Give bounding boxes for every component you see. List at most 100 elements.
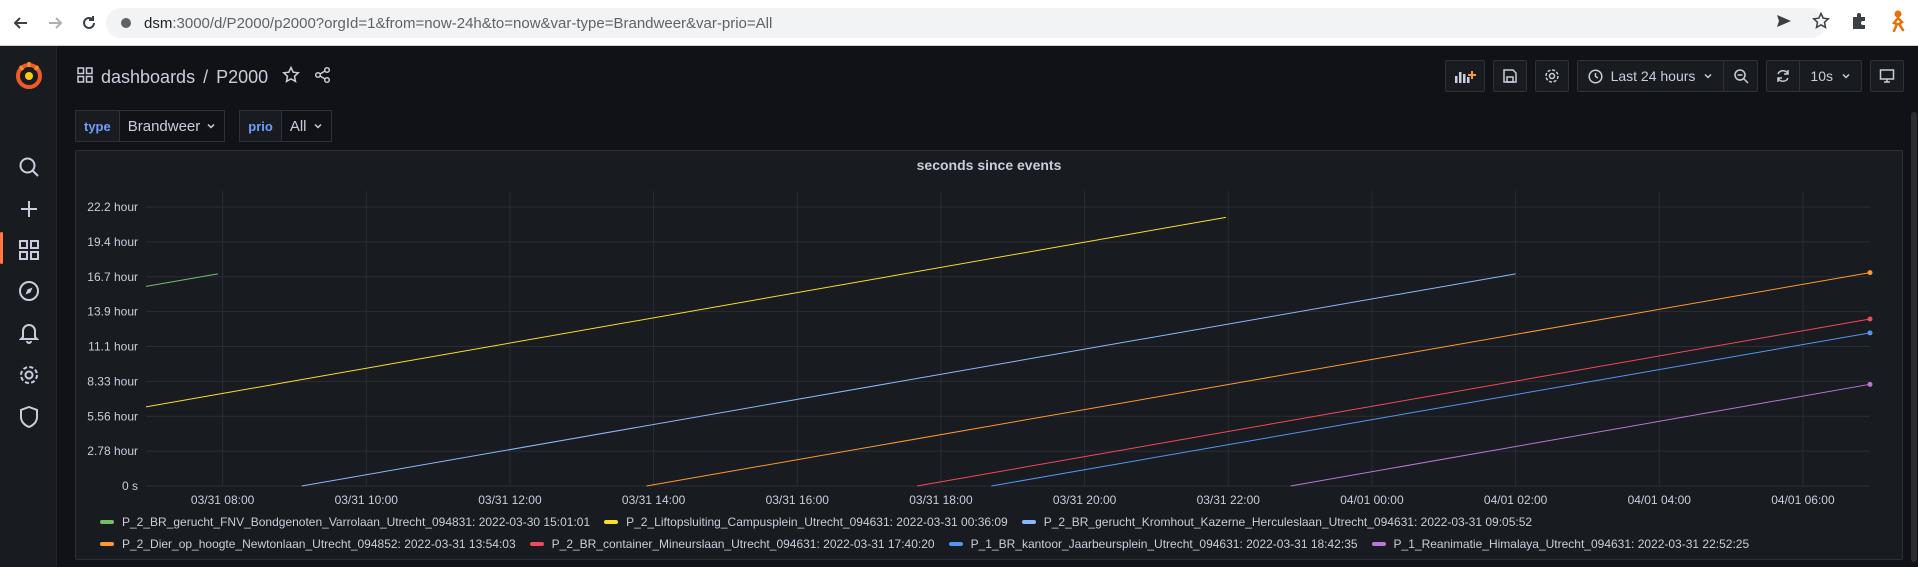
legend-item[interactable]: P_2_BR_gerucht_Kromhout_Kazerne_Hercules… [1021, 515, 1533, 529]
legend-label: P_2_BR_gerucht_FNV_Bondgenoten_Varrolaan… [122, 515, 591, 529]
legend-item[interactable]: P_2_BR_container_Mineurslaan_Utrecht_094… [529, 537, 935, 551]
add-panel-icon [1454, 71, 1476, 83]
y-tick-label: 16.7 hour [87, 270, 138, 284]
legend-label: P_2_Dier_op_hoogte_Newtonlaan_Utrecht_09… [122, 537, 516, 551]
profile-avatar-icon[interactable] [1888, 10, 1908, 37]
star-icon[interactable] [282, 65, 301, 89]
x-tick-label: 04/01 06:00 [1771, 493, 1835, 507]
chart-plot-area[interactable]: 0 s 2.78 hour 5.56 hour 8.33 hour 11.1 hour 1… [76, 151, 1904, 511]
refresh-interval-picker[interactable]: 10s [1800, 60, 1862, 92]
x-tick-label: 03/31 10:00 [335, 493, 399, 507]
explore-icon[interactable] [16, 278, 42, 304]
back-button[interactable] [8, 10, 34, 36]
series-line-5[interactable] [916, 318, 1871, 487]
variable-type-value: Brandweer [127, 117, 201, 135]
page-title[interactable]: P2000 [216, 67, 268, 88]
monitor-icon [1879, 69, 1895, 83]
forward-button[interactable] [42, 10, 68, 36]
legend-label: P_2_BR_gerucht_Kromhout_Kazerne_Hercules… [1043, 515, 1533, 529]
variable-prio-value: All [289, 117, 307, 135]
add-panel-button[interactable] [1444, 60, 1485, 92]
legend-item[interactable]: P_2_BR_gerucht_FNV_Bondgenoten_Varrolaan… [100, 515, 590, 529]
legend-swatch [604, 520, 619, 524]
back-arrow-icon [13, 16, 27, 29]
variable-type-select[interactable]: Brandweer [119, 110, 226, 142]
variable-type: type Brandweer [75, 110, 226, 142]
series-line-1[interactable] [145, 273, 218, 287]
legend-swatch [1371, 542, 1386, 546]
alerting-bell-icon[interactable] [16, 320, 42, 346]
time-range-picker[interactable]: Last 24 hours [1576, 60, 1725, 92]
x-tick-label: 03/31 08:00 [191, 493, 255, 507]
gear-icon[interactable] [16, 362, 42, 388]
dashboard-settings-button[interactable] [1534, 60, 1569, 92]
breadcrumb-root-link[interactable]: dashboards [101, 67, 195, 88]
series-endpoint-6[interactable] [1867, 330, 1873, 336]
dashboard-toolbar: Last 24 hours 10s [1444, 60, 1904, 92]
variable-type-label: type [75, 110, 120, 142]
series-endpoint-4[interactable] [1867, 270, 1873, 276]
series-endpoint-7[interactable] [1867, 381, 1873, 387]
legend-label: P_2_Liftopsluiting_Campusplein_Utrecht_0… [626, 515, 1008, 529]
refresh-button[interactable] [1766, 60, 1801, 92]
legend-label: P_2_BR_container_Mineurslaan_Utrecht_094… [551, 537, 935, 551]
dashboards-icon[interactable] [16, 237, 42, 263]
chevron-down-icon [1704, 73, 1712, 79]
breadcrumb: dashboards / P2000 [77, 65, 332, 89]
breadcrumb-separator: / [203, 67, 209, 87]
legend-swatch [1021, 520, 1036, 524]
search-icon[interactable] [16, 154, 42, 180]
chevron-down-icon [207, 123, 215, 129]
save-icon [1502, 69, 1517, 83]
url-host: dsm [144, 14, 173, 32]
legend-label: P_1_BR_kantoor_Jaarbeursplein_Utrecht_09… [970, 537, 1358, 551]
clock-icon [1588, 68, 1603, 84]
legend-item[interactable]: P_2_Liftopsluiting_Campusplein_Utrecht_0… [604, 515, 1008, 529]
save-dashboard-button[interactable] [1492, 60, 1527, 92]
reload-button[interactable] [76, 10, 102, 36]
share-icon[interactable] [314, 66, 332, 89]
time-range-label: Last 24 hours [1610, 68, 1696, 84]
address-bar[interactable]: dsm:3000/d/P2000/p2000?orgId=1&from=now-… [106, 8, 1826, 38]
send-icon[interactable] [1776, 13, 1792, 34]
legend-label: P_1_Reanimatie_Himalaya_Utrecht_094631: … [1393, 537, 1750, 551]
x-tick-label: 03/31 12:00 [478, 493, 542, 507]
chevron-down-icon [313, 123, 322, 129]
series-line-3[interactable] [301, 273, 1516, 487]
legend-item[interactable]: P_2_Dier_op_hoogte_Newtonlaan_Utrecht_09… [100, 537, 516, 551]
legend-swatch [529, 542, 544, 546]
legend-swatch [100, 542, 114, 546]
grafana-logo-icon[interactable] [14, 60, 44, 90]
series-endpoint-5[interactable] [1867, 316, 1873, 322]
variable-prio-label: prio [239, 110, 282, 142]
x-tick-label: 03/31 20:00 [1053, 493, 1117, 507]
y-tick-label: 0 s [122, 479, 138, 493]
gear-icon [1544, 69, 1559, 83]
shield-icon[interactable] [16, 404, 42, 430]
sidebar [0, 46, 57, 567]
plus-icon[interactable] [16, 196, 42, 222]
variable-prio-select[interactable]: All [281, 110, 332, 142]
x-tick-label: 04/01 00:00 [1340, 493, 1404, 507]
chart-legend: P_2_BR_gerucht_FNV_Bondgenoten_Varrolaan… [100, 511, 1880, 555]
tv-mode-button[interactable] [1870, 60, 1904, 92]
legend-item[interactable]: P_1_Reanimatie_Himalaya_Utrecht_094631: … [1371, 537, 1750, 551]
bookmark-star-icon[interactable] [1811, 11, 1831, 35]
url-path: :3000/d/P2000/p2000?orgId=1&from=now-24h… [172, 14, 773, 32]
zoom-out-button[interactable] [1724, 60, 1759, 92]
series-line-4[interactable] [646, 272, 1871, 487]
legend-item[interactable]: P_1_BR_kantoor_Jaarbeursplein_Utrecht_09… [948, 537, 1358, 551]
x-tick-label: 03/31 16:00 [766, 493, 830, 507]
dashboards-grid-icon[interactable] [77, 67, 93, 88]
timeseries-panel[interactable]: seconds since events 0 s 2.78 hour 5.56 ho… [75, 150, 1903, 560]
legend-row: P_2_BR_gerucht_FNV_Bondgenoten_Varrolaan… [100, 511, 1880, 533]
x-tick-label: 03/31 14:00 [622, 493, 686, 507]
info-icon [121, 18, 131, 28]
legend-row: P_2_Dier_op_hoogte_Newtonlaan_Utrecht_09… [100, 533, 1880, 555]
extensions-puzzle-icon[interactable] [1850, 12, 1868, 35]
scrollbar-thumb[interactable] [1911, 112, 1917, 562]
series-line-7[interactable] [1290, 383, 1871, 487]
series-line-6[interactable] [991, 332, 1871, 487]
legend-swatch [100, 520, 114, 524]
forward-arrow-icon [49, 16, 63, 29]
